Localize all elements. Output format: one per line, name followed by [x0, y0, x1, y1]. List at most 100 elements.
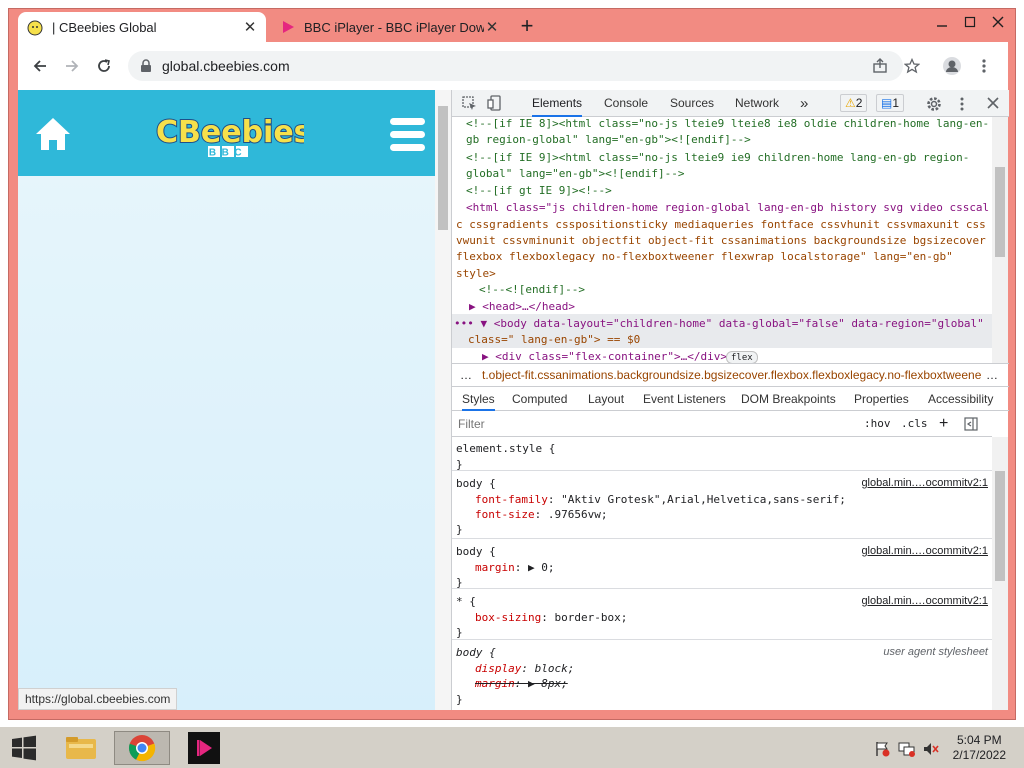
tab-computed[interactable]: Computed	[512, 387, 567, 411]
close-window-button[interactable]	[984, 10, 1012, 34]
rule-property[interactable]: margin	[475, 561, 515, 574]
rule-value[interactable]: block;	[535, 662, 575, 675]
styles-scrollbar[interactable]	[992, 437, 1008, 710]
tab-iplayer[interactable]: BBC iPlayer - BBC iPlayer Downlo ✕	[272, 12, 508, 42]
inspect-element-icon[interactable]	[462, 96, 477, 111]
system-clock[interactable]: 5:04 PM 2/17/2022	[953, 733, 1006, 763]
folder-icon	[66, 737, 96, 759]
css-rule[interactable]: * { global.min.…ocommitv2:1 box-sizing: …	[452, 589, 992, 640]
tab-dom-breakpoints[interactable]: DOM Breakpoints	[741, 387, 836, 411]
rule-value[interactable]: ▶ 8px;	[528, 677, 568, 690]
rule-source-link[interactable]: global.min.…ocommitv2:1	[861, 477, 988, 489]
css-rule-user-agent[interactable]: body { user agent stylesheet display: bl…	[452, 640, 992, 710]
gear-icon[interactable]	[926, 96, 942, 112]
cbeebies-logo[interactable]: CBeebies BBC	[154, 108, 313, 164]
dom-line[interactable]: <!--<![endif]-->	[479, 283, 585, 296]
page-scrollbar[interactable]	[435, 90, 451, 710]
close-devtools-icon[interactable]	[987, 97, 999, 109]
reload-button[interactable]	[90, 52, 118, 80]
action-center-flag-icon[interactable]	[874, 741, 890, 757]
breadcrumb-path[interactable]: t.object-fit.cssanimations.backgroundsiz…	[482, 364, 982, 386]
rule-value[interactable]: ▶ 0;	[528, 561, 555, 574]
back-button[interactable]	[26, 52, 54, 80]
devtools-menu-icon[interactable]	[960, 96, 964, 112]
home-icon[interactable]	[34, 116, 72, 152]
file-explorer-button[interactable]	[58, 731, 104, 765]
tab-layout[interactable]: Layout	[588, 387, 624, 411]
dom-line[interactable]: <!--[if IE 8]><html class="no-js lteie9 …	[466, 117, 989, 130]
styles-filter-input[interactable]	[456, 414, 846, 434]
rule-value[interactable]: border-box;	[554, 611, 627, 624]
tab-event-listeners[interactable]: Event Listeners	[643, 387, 726, 411]
tab-sources[interactable]: Sources	[670, 90, 714, 117]
tab-network[interactable]: Network	[735, 90, 779, 117]
css-rules-list[interactable]: element.style { } body { global.min.…oco…	[452, 437, 992, 710]
dom-line[interactable]: vwunit cssvminunit objectfit object-fit …	[456, 234, 986, 247]
rule-close: }	[456, 626, 463, 639]
maximize-button[interactable]	[956, 10, 984, 34]
rule-value[interactable]: .97656vw;	[548, 508, 608, 521]
css-rule[interactable]: body { global.min.…ocommitv2:1 font-fami…	[452, 471, 992, 539]
dom-line[interactable]: <!--[if IE 9]><html class="no-js lteie9 …	[466, 151, 969, 164]
rule-source-link[interactable]: global.min.…ocommitv2:1	[861, 595, 988, 607]
rule-property[interactable]: font-family	[475, 493, 548, 506]
rule-close: }	[456, 576, 463, 589]
dom-line-div[interactable]: ▶ <div class="flex-container">…</div>	[482, 350, 727, 363]
tab-properties[interactable]: Properties	[854, 387, 909, 411]
new-tab-button[interactable]: +	[514, 14, 540, 40]
rule-property[interactable]: box-sizing	[475, 611, 541, 624]
warnings-badge[interactable]: ⚠2	[840, 94, 868, 112]
dom-line[interactable]: <html class="js children-home region-glo…	[466, 201, 989, 214]
rule-property[interactable]: margin	[475, 677, 515, 690]
css-rule[interactable]: element.style { }	[452, 437, 992, 471]
breadcrumb-right-ellipsis[interactable]: …	[986, 364, 998, 386]
network-icon[interactable]	[898, 741, 916, 757]
more-tabs-button[interactable]: »	[800, 90, 808, 117]
dom-line[interactable]: gb region-global" lang="en-gb"><![endif]…	[466, 133, 751, 146]
rule-value[interactable]: "Aktiv Grotesk",Arial,Helvetica,sans-ser…	[561, 493, 846, 506]
profile-button[interactable]	[938, 52, 966, 80]
iplayer-downloads-button[interactable]	[186, 731, 222, 765]
tab-console[interactable]: Console	[604, 90, 648, 117]
minimize-button[interactable]	[928, 10, 956, 34]
dom-line-body[interactable]: ••• ▼ <body data-layout="children-home" …	[454, 317, 984, 330]
rule-source-link[interactable]: global.min.…ocommitv2:1	[861, 545, 988, 557]
start-button[interactable]	[4, 731, 44, 765]
forward-button[interactable]	[58, 52, 86, 80]
flex-badge[interactable]: flex	[726, 351, 758, 363]
dom-line[interactable]: flexbox flexboxlegacy no-flexboxtweener …	[456, 250, 953, 263]
rule-property[interactable]: font-size	[475, 508, 535, 521]
rule-property[interactable]: display	[475, 662, 521, 675]
hamburger-menu-button[interactable]	[390, 118, 425, 152]
dom-line[interactable]: global" lang="en-gb"><![endif]-->	[466, 167, 685, 180]
browser-menu-button[interactable]	[970, 52, 998, 80]
device-toolbar-icon[interactable]	[487, 95, 502, 111]
dom-line[interactable]: <!--[if gt IE 9]><!-->	[466, 184, 612, 197]
dom-line[interactable]: c cssgradients csspositionsticky mediaqu…	[456, 218, 986, 231]
dom-line[interactable]: style>	[456, 267, 496, 280]
chrome-taskbar-button[interactable]	[114, 731, 170, 765]
dom-tree[interactable]: <!--[if IE 8]><html class="no-js lteie9 …	[452, 117, 992, 363]
tab-close-icon[interactable]: ✕	[484, 18, 500, 36]
share-button[interactable]	[866, 52, 894, 80]
dom-tree-scrollbar[interactable]	[992, 117, 1008, 363]
volume-muted-icon[interactable]	[922, 741, 940, 757]
tab-accessibility[interactable]: Accessibility	[928, 387, 993, 411]
tab-close-icon[interactable]: ✕	[242, 18, 258, 36]
messages-badge[interactable]: ▤1	[876, 94, 905, 112]
address-bar[interactable]: global.cbeebies.com	[128, 51, 903, 81]
dom-line-head[interactable]: ▶ <head>…</head>	[469, 300, 575, 313]
tab-cbeebies[interactable]: | CBeebies Global ✕	[18, 12, 266, 42]
hov-toggle[interactable]: :hov	[864, 411, 891, 437]
rule-selector: element.style {	[456, 442, 556, 455]
iplayer-app-icon	[188, 732, 220, 764]
bookmark-button[interactable]	[898, 52, 926, 80]
dom-line[interactable]: class=" lang-en-gb"> == $0	[468, 333, 640, 346]
tab-elements[interactable]: Elements	[532, 90, 583, 117]
css-rule[interactable]: body { global.min.…ocommitv2:1 margin: ▶…	[452, 539, 992, 589]
tab-styles[interactable]: Styles	[462, 387, 495, 411]
breadcrumb-left-ellipsis[interactable]: …	[460, 364, 472, 386]
toggle-sidebar-icon[interactable]	[964, 417, 978, 431]
cls-toggle[interactable]: .cls	[901, 411, 928, 437]
add-rule-icon[interactable]: +	[939, 411, 948, 437]
